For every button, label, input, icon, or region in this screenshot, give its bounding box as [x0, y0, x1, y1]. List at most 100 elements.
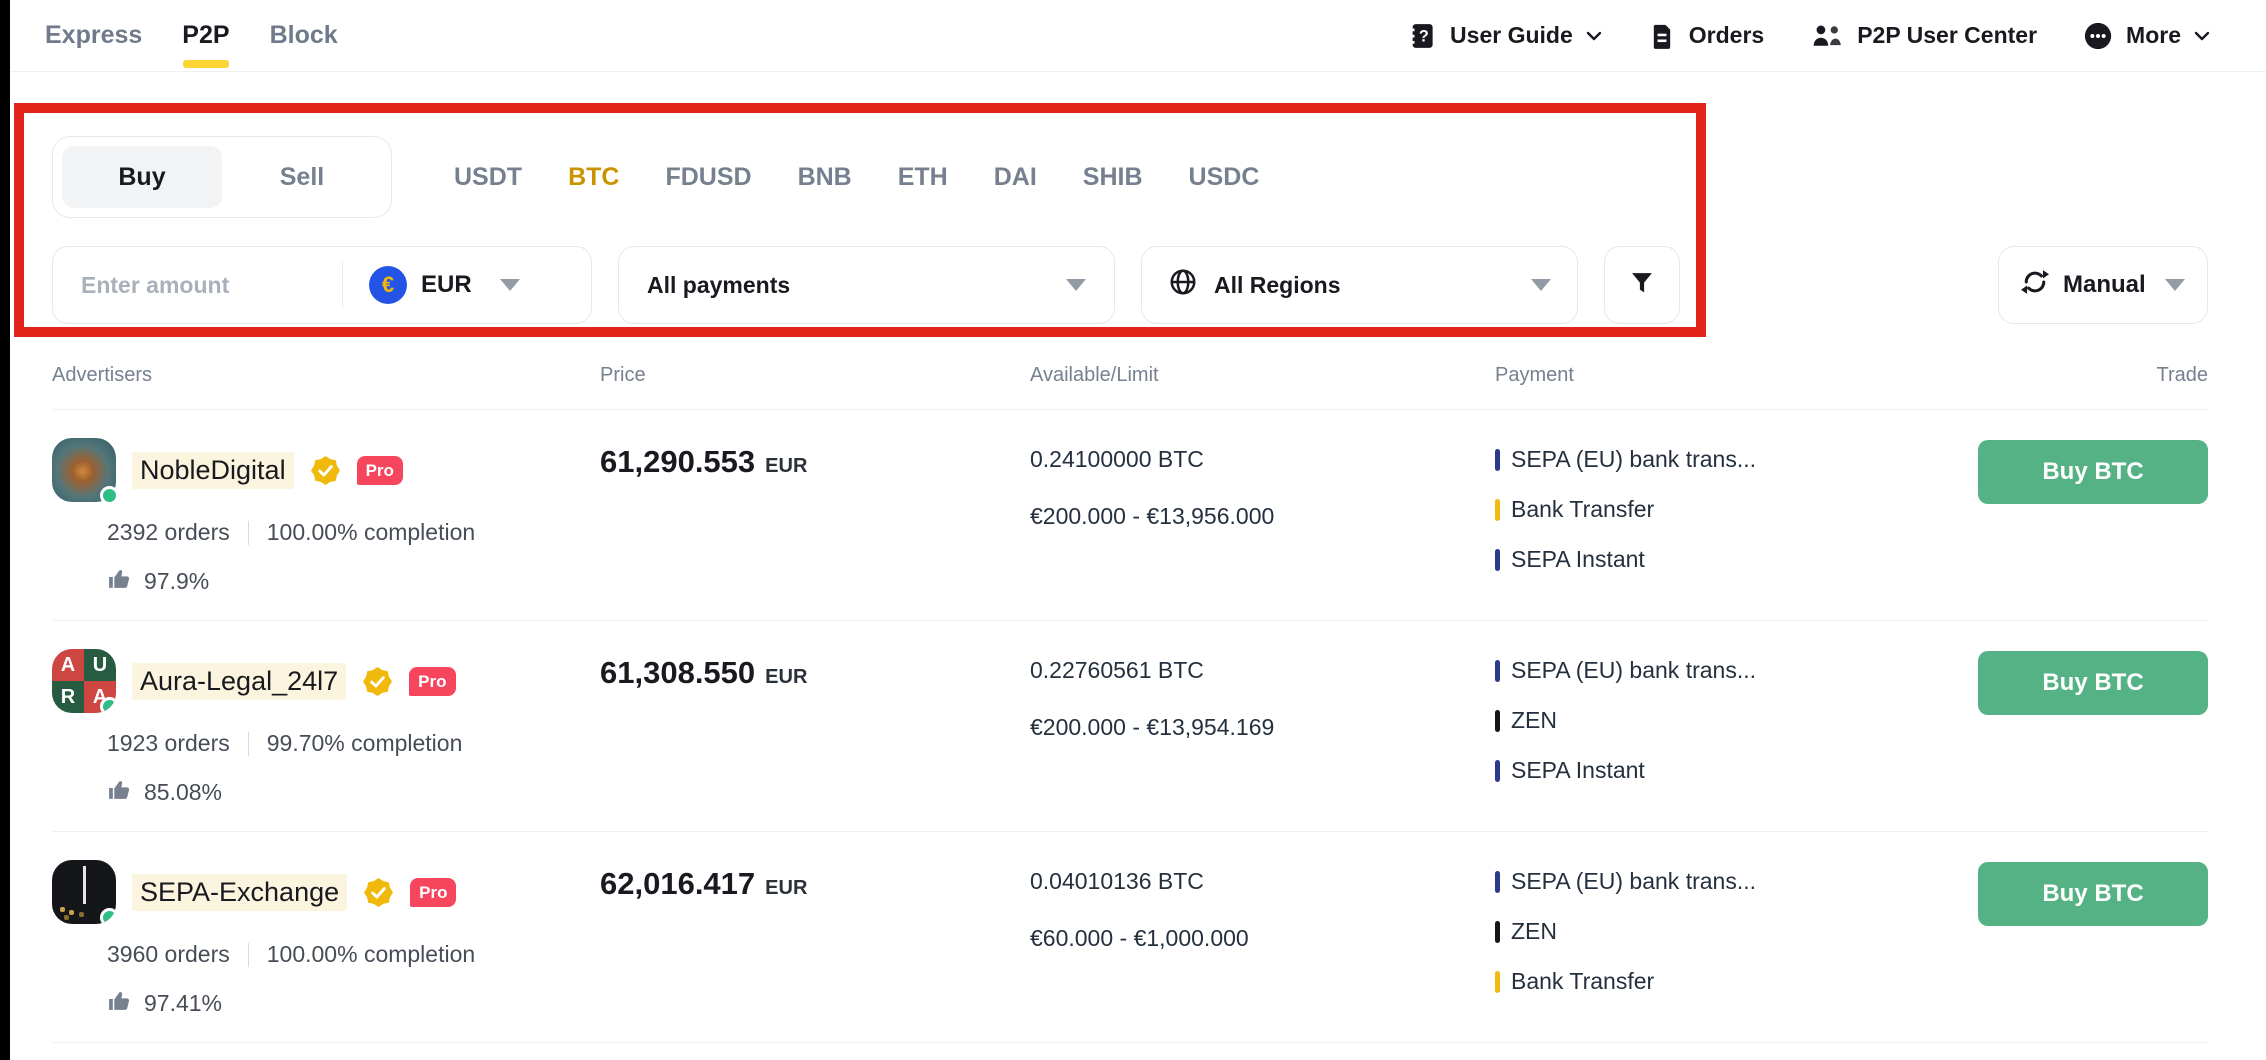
advertiser-avatar[interactable]	[52, 860, 116, 924]
avatar-letter: U	[84, 649, 116, 681]
tab-block[interactable]: Block	[270, 0, 338, 71]
payment-method: SEPA Instant	[1495, 546, 1974, 573]
order-limit: €200.000 - €13,956.000	[1030, 503, 1495, 530]
caret-down-icon	[2165, 279, 2185, 291]
orders-document-icon	[1648, 20, 1676, 52]
tab-express[interactable]: Express	[45, 0, 142, 71]
payment-color-bar	[1495, 549, 1500, 571]
advertiser-avatar[interactable]: A U R A	[52, 649, 116, 713]
user-guide-link[interactable]: ? User Guide	[1407, 20, 1602, 52]
payment-method: SEPA (EU) bank trans...	[1495, 446, 1974, 473]
asset-tab-shib[interactable]: SHIB	[1083, 163, 1143, 192]
completion-rate: 100.00% completion	[267, 519, 475, 546]
asset-tab-usdc[interactable]: USDC	[1189, 163, 1260, 192]
trade-cell: Buy BTC	[1974, 649, 2208, 715]
offers-table: Advertisers Price Available/Limit Paymen…	[10, 364, 2266, 1043]
payment-method: Bank Transfer	[1495, 968, 1974, 995]
sell-toggle[interactable]: Sell	[222, 146, 382, 208]
payment-method: SEPA (EU) bank trans...	[1495, 657, 1974, 684]
online-status-dot	[100, 908, 116, 924]
more-label: More	[2126, 22, 2181, 49]
caret-down-icon	[500, 279, 520, 291]
advanced-filter-button[interactable]	[1604, 246, 1680, 324]
buy-btc-button[interactable]: Buy BTC	[1978, 651, 2208, 715]
trade-cell: Buy BTC	[1974, 438, 2208, 504]
payment-method-label: ZEN	[1511, 707, 1557, 734]
payment-method: SEPA (EU) bank trans...	[1495, 868, 1974, 895]
pro-badge: Pro	[409, 667, 455, 696]
payment-color-bar	[1495, 760, 1500, 782]
refresh-mode-dropdown[interactable]: Manual	[1998, 246, 2208, 324]
asset-tab-fdusd[interactable]: FDUSD	[665, 163, 751, 192]
avatar-letter: A	[52, 649, 84, 681]
available-amount: 0.22760561 BTC	[1030, 657, 1495, 684]
p2p-user-center-label: P2P User Center	[1857, 22, 2037, 49]
table-header: Advertisers Price Available/Limit Paymen…	[52, 364, 2208, 410]
advertiser-name[interactable]: SEPA-Exchange	[132, 874, 347, 911]
amount-input[interactable]	[81, 272, 336, 299]
price-unit: EUR	[765, 877, 807, 900]
pro-badge: Pro	[357, 456, 403, 485]
payment-methods-cell: SEPA (EU) bank trans... ZEN Bank Transfe…	[1495, 860, 1974, 1018]
payment-color-bar	[1495, 710, 1500, 732]
more-menu[interactable]: More	[2083, 21, 2210, 51]
asset-tab-usdt[interactable]: USDT	[454, 163, 522, 192]
filter-row-bottom: € EUR All payments All Regions	[52, 246, 2208, 324]
asset-tab-btc[interactable]: BTC	[568, 163, 619, 192]
trade-cell: Buy BTC	[1974, 860, 2208, 926]
regions-dropdown[interactable]: All Regions	[1141, 246, 1578, 324]
two-people-icon	[1810, 20, 1844, 52]
fiat-currency-selector[interactable]: EUR	[421, 271, 472, 299]
payment-method: Bank Transfer	[1495, 496, 1974, 523]
buy-btc-button[interactable]: Buy BTC	[1978, 862, 2208, 926]
price-cell: 62,016.417 EUR	[600, 860, 1030, 902]
caret-down-icon	[1066, 279, 1086, 291]
advertiser-name[interactable]: Aura-Legal_24l7	[132, 663, 346, 700]
advertiser-name[interactable]: NobleDigital	[132, 452, 294, 489]
thumbs-up-icon	[107, 777, 132, 808]
tab-p2p[interactable]: P2P	[182, 0, 229, 71]
chevron-down-icon	[2194, 31, 2210, 41]
regions-dropdown-value: All Regions	[1214, 272, 1341, 299]
orders-count: 1923 orders	[107, 730, 230, 757]
col-advertisers: Advertisers	[52, 364, 600, 387]
available-limit-cell: 0.22760561 BTC €200.000 - €13,954.169	[1030, 649, 1495, 741]
asset-tab-eth[interactable]: ETH	[898, 163, 948, 192]
payment-method: ZEN	[1495, 918, 1974, 945]
pro-badge: Pro	[410, 878, 456, 907]
thumbs-up-icon	[107, 988, 132, 1019]
available-limit-cell: 0.24100000 BTC €200.000 - €13,956.000	[1030, 438, 1495, 530]
payment-color-bar	[1495, 871, 1500, 893]
price-cell: 61,308.550 EUR	[600, 649, 1030, 691]
price-unit: EUR	[765, 666, 807, 689]
trade-mode-tabs: Express P2P Block	[45, 0, 338, 71]
filter-area: Buy Sell USDT BTC FDUSD BNB ETH DAI SHIB…	[10, 72, 2266, 324]
verified-badge-icon	[310, 455, 341, 486]
divider	[248, 732, 249, 756]
payments-dropdown[interactable]: All payments	[618, 246, 1115, 324]
payment-method-label: SEPA (EU) bank trans...	[1511, 868, 1756, 895]
payment-color-bar	[1495, 921, 1500, 943]
payment-color-bar	[1495, 660, 1500, 682]
buy-toggle[interactable]: Buy	[62, 146, 222, 208]
price-value: 61,308.550	[600, 655, 755, 691]
avatar-letter: R	[52, 681, 84, 713]
orders-link[interactable]: Orders	[1648, 20, 1764, 52]
asset-tab-dai[interactable]: DAI	[994, 163, 1037, 192]
positive-rating: 97.9%	[144, 568, 209, 595]
col-available-limit: Available/Limit	[1030, 364, 1495, 387]
refresh-icon	[2021, 268, 2049, 303]
thumbs-up-icon	[107, 566, 132, 597]
advertiser-cell: SEPA-Exchange Pro 3960 orders 100.00% co…	[52, 860, 600, 1019]
refresh-mode-value: Manual	[2063, 271, 2146, 299]
orders-count: 3960 orders	[107, 941, 230, 968]
available-amount: 0.24100000 BTC	[1030, 446, 1495, 473]
chevron-down-icon	[1586, 31, 1602, 41]
p2p-user-center-link[interactable]: P2P User Center	[1810, 20, 2037, 52]
payment-color-bar	[1495, 971, 1500, 993]
buy-btc-button[interactable]: Buy BTC	[1978, 440, 2208, 504]
advertiser-cell: NobleDigital Pro 2392 orders 100.00% com…	[52, 438, 600, 597]
advertiser-avatar[interactable]	[52, 438, 116, 502]
col-price: Price	[600, 364, 1030, 387]
asset-tab-bnb[interactable]: BNB	[798, 163, 852, 192]
